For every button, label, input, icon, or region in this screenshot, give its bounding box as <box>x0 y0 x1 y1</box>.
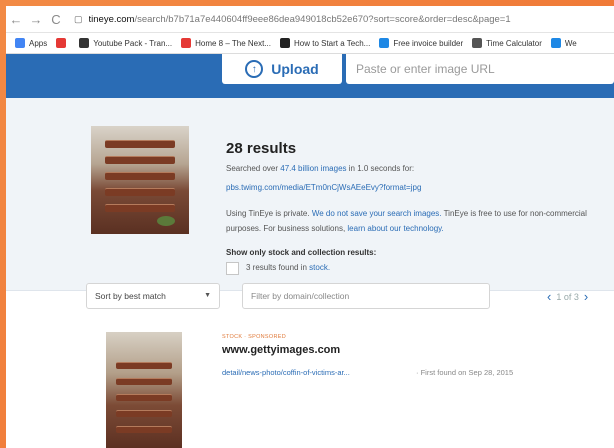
url-field[interactable]: tineye.com/search/b7b71a7e440604ff9eee86… <box>89 14 511 25</box>
url-host: tineye.com <box>88 13 135 25</box>
next-page-icon[interactable]: › <box>584 289 588 304</box>
bookmark-item[interactable]: Free invoice builder <box>379 38 463 48</box>
searched-count-link[interactable]: 47.4 billion images <box>280 164 346 173</box>
bookmark-favicon-icon <box>181 38 192 48</box>
bookmark-label: Apps <box>29 38 48 48</box>
bookmark-label: Home 8 – The Next... <box>195 38 271 48</box>
source-url-link[interactable]: pbs.twimg.com/media/ETm0nCjWsAEeEvy?form… <box>226 183 421 192</box>
bookmark-label: Time Calculator <box>486 38 542 48</box>
bookmark-favicon-icon <box>56 38 67 48</box>
bookmark-favicon-icon <box>379 38 390 48</box>
bookmark-favicon-icon <box>280 38 290 48</box>
domain-filter-input[interactable]: Filter by domain/collection <box>242 283 490 309</box>
bookmark-label: Free invoice builder <box>393 38 464 48</box>
bookmark-label: How to Start a Tech... <box>294 38 371 48</box>
results-count-title: 28 results <box>226 140 297 157</box>
stock-filter-label: 3 results found in stock. <box>246 263 331 272</box>
bookmark-item[interactable]: We <box>550 38 577 48</box>
bookmark-favicon-icon <box>79 38 90 48</box>
image-url-placeholder: Paste or enter image URL <box>356 62 495 76</box>
upload-label: Upload <box>271 61 319 77</box>
bookmark-item[interactable]: Youtube Pack - Tran... <box>79 38 172 48</box>
sort-value: Sort by best match <box>95 291 166 301</box>
results-summary-panel: 28 results Searched over 47.4 billion im… <box>6 98 614 291</box>
pagination: ‹ 1 of 3 › <box>542 289 593 304</box>
bookmark-label: We <box>564 38 577 48</box>
technology-link[interactable]: learn about our technology. <box>347 224 443 233</box>
address-bar: ← → C ▢ tineye.com/search/b7b71a7e440604… <box>6 6 614 33</box>
browser-window: ← → C ▢ tineye.com/search/b7b71a7e440604… <box>6 6 614 448</box>
query-image-thumbnail <box>91 126 189 234</box>
bookmark-label: Youtube Pack - Tran... <box>93 38 173 48</box>
page-indicator: 1 of 3 <box>556 291 579 302</box>
forward-arrow-icon[interactable]: → <box>26 12 46 27</box>
back-arrow-icon[interactable]: ← <box>6 12 26 27</box>
lock-icon[interactable]: ▢ <box>74 14 83 25</box>
bookmark-item[interactable]: Apps <box>15 38 47 48</box>
bookmark-item[interactable]: How to Start a Tech... <box>280 38 370 48</box>
result-thumbnail[interactable] <box>106 332 182 448</box>
sort-select[interactable]: Sort by best match ▼ <box>86 283 220 309</box>
first-found-date: · First found on Sep 28, 2015 <box>416 368 514 377</box>
bookmark-item[interactable]: Home 8 – The Next... <box>181 38 271 48</box>
bookmark-item[interactable] <box>56 38 70 48</box>
url-path: /search/b7b71a7e440604ff9eee86dea949018c… <box>134 13 511 25</box>
upload-arrow-icon: ↑ <box>245 60 264 78</box>
privacy-link[interactable]: We do not save your search images. <box>312 209 442 218</box>
domain-filter-placeholder: Filter by domain/collection <box>251 291 350 301</box>
stock-filter-checkbox[interactable] <box>226 262 239 275</box>
stock-link[interactable]: stock. <box>309 263 330 272</box>
image-url-input[interactable]: Paste or enter image URL <box>346 54 614 84</box>
reload-icon[interactable]: C <box>46 12 66 27</box>
result-domain[interactable]: www.gettyimages.com <box>222 344 340 356</box>
bookmark-favicon-icon <box>15 38 25 48</box>
bookmarks-bar: Apps Youtube Pack - Tran... Home 8 – The N… <box>6 33 614 54</box>
searched-info: Searched over 47.4 billion images in 1.0… <box>226 164 415 173</box>
bookmark-favicon-icon <box>472 38 483 48</box>
result-detail-link[interactable]: detail/news-photo/coffin-of-victims-ar..… <box>222 368 350 377</box>
stock-filter-heading: Show only stock and collection results: <box>226 248 377 257</box>
bookmark-item[interactable]: Time Calculator <box>472 38 542 48</box>
dropdown-caret-icon: ▼ <box>204 292 211 299</box>
tineye-header: ↑ Upload Paste or enter image URL <box>6 54 614 98</box>
bookmark-favicon-icon <box>550 38 561 48</box>
sponsored-tag: STOCK · SPONSORED <box>222 334 286 340</box>
prev-page-icon[interactable]: ‹ <box>547 289 551 304</box>
upload-button[interactable]: ↑ Upload <box>222 54 342 84</box>
privacy-notice: Using TinEye is private. We do not save … <box>226 209 587 233</box>
